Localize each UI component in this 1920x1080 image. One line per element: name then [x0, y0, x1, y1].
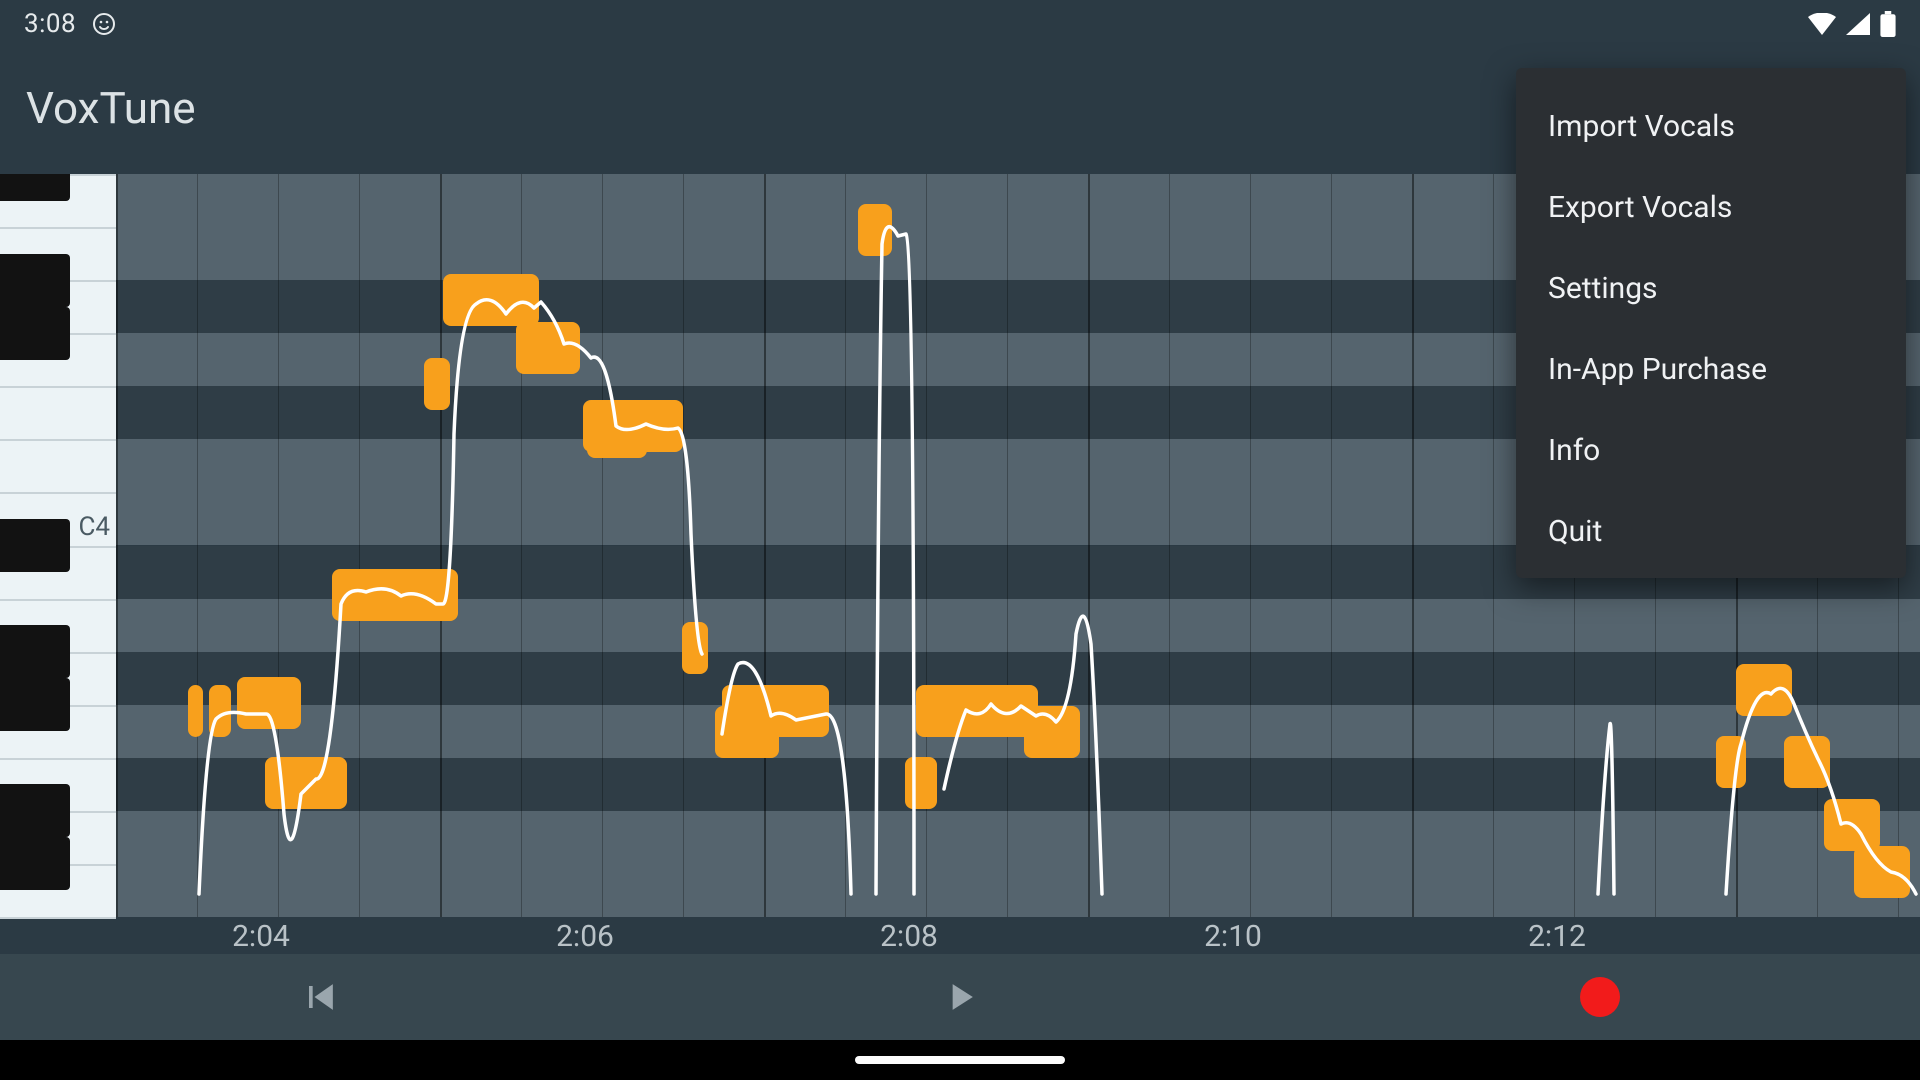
skip-previous-button[interactable]	[0, 975, 640, 1019]
menu-item-export-vocals[interactable]: Export Vocals	[1516, 167, 1906, 248]
time-ruler[interactable]: 2:04 2:06 2:08 2:10 2:12	[116, 917, 1920, 954]
black-key[interactable]	[0, 254, 70, 307]
menu-item-in-app-purchase[interactable]: In-App Purchase	[1516, 329, 1906, 410]
play-button[interactable]	[640, 975, 1280, 1019]
black-key[interactable]	[0, 174, 70, 201]
battery-icon	[1880, 11, 1896, 37]
black-key[interactable]	[0, 625, 70, 678]
app-screen: 3:08 VoxTune C4 2:04 2:06 2:08 2:10 2:12	[0, 0, 1920, 1080]
menu-item-settings[interactable]: Settings	[1516, 248, 1906, 329]
face-icon	[92, 12, 116, 36]
time-tick: 2:12	[1528, 919, 1586, 954]
transport-bar	[0, 954, 1920, 1040]
time-tick: 2:08	[880, 919, 938, 954]
menu-item-info[interactable]: Info	[1516, 410, 1906, 491]
record-button[interactable]	[1280, 977, 1920, 1017]
key-label-c4: C4	[78, 512, 110, 542]
status-left: 3:08	[24, 9, 116, 39]
black-key[interactable]	[0, 307, 70, 360]
menu-item-import-vocals[interactable]: Import Vocals	[1516, 86, 1906, 167]
black-key[interactable]	[0, 837, 70, 890]
black-key[interactable]	[0, 678, 70, 731]
app-title: VoxTune	[26, 82, 196, 134]
system-nav-bar[interactable]	[0, 1040, 1920, 1080]
record-icon	[1580, 977, 1620, 1017]
gesture-handle[interactable]	[855, 1056, 1065, 1064]
black-key[interactable]	[0, 784, 70, 837]
status-right	[1808, 11, 1896, 37]
overflow-menu: Import VocalsExport VocalsSettingsIn-App…	[1516, 68, 1906, 578]
status-clock: 3:08	[24, 9, 76, 39]
piano-keyboard[interactable]: C4	[0, 174, 116, 917]
signal-icon	[1846, 13, 1870, 35]
time-tick: 2:10	[1204, 919, 1262, 954]
time-tick: 2:06	[556, 919, 614, 954]
status-bar: 3:08	[0, 0, 1920, 48]
black-key[interactable]	[0, 519, 70, 572]
time-tick: 2:04	[232, 919, 290, 954]
wifi-icon	[1808, 13, 1836, 35]
menu-item-quit[interactable]: Quit	[1516, 491, 1906, 572]
